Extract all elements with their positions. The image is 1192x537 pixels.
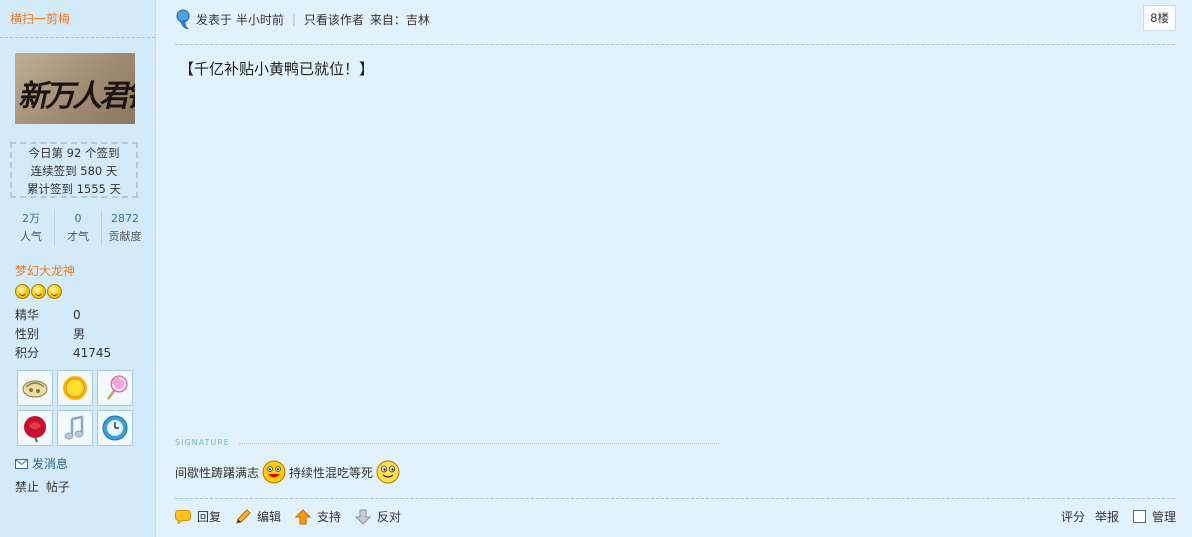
- send-message-label: 发消息: [32, 457, 69, 471]
- signature-text: 间歇性踌躇满志: [175, 465, 260, 480]
- arrow-up-icon: [295, 508, 312, 524]
- support-button[interactable]: 支持: [295, 508, 341, 525]
- info-value: 0: [73, 308, 81, 322]
- post-admin-actions: 评分 举报 管理: [1061, 508, 1176, 525]
- edit-label: 编辑: [257, 510, 282, 524]
- info-row: 精华 0: [15, 306, 111, 325]
- smile-icon: [47, 284, 62, 299]
- floor-number[interactable]: 8楼: [1143, 5, 1176, 31]
- stat-label: 人气: [20, 230, 42, 243]
- stat-talent[interactable]: 0 才气: [54, 210, 101, 246]
- reply-button[interactable]: 回复: [175, 508, 221, 525]
- ban-link[interactable]: 禁止: [15, 480, 39, 494]
- stat-contribution[interactable]: 2872 贡献度: [101, 210, 148, 246]
- checkin-total: 累计签到 1555 天: [26, 182, 122, 196]
- reply-label: 回复: [197, 510, 222, 524]
- user-sidebar: 横扫一剪梅 新万人君锁 今日第 92 个签到 连续签到 580 天 累计签到 1…: [0, 0, 156, 537]
- post-location: 来自：吉林: [369, 12, 430, 27]
- post-actions: 回复 编辑 支持 反对: [175, 508, 415, 525]
- checkin-today: 今日第 92 个签到: [28, 146, 120, 160]
- checkin-consecutive: 连续签到 580 天: [30, 164, 118, 178]
- info-value: 男: [73, 327, 86, 341]
- smile-icon: [15, 284, 30, 299]
- post-main: 发表于 半小时前 | 只看该作者 来自：吉林 8楼 【千亿补贴小黄鸭已就位！】 …: [157, 0, 1192, 537]
- footer-divider: [175, 498, 1175, 499]
- fossil-icon[interactable]: [17, 370, 53, 406]
- clock-icon[interactable]: [97, 410, 133, 446]
- send-message-link[interactable]: 发消息: [15, 455, 68, 472]
- oppose-button[interactable]: 反对: [355, 508, 401, 525]
- arrow-down-icon: [355, 509, 372, 525]
- signature-divider: [239, 443, 719, 444]
- manage-toggle[interactable]: 管理: [1129, 508, 1176, 525]
- rose-icon[interactable]: [17, 410, 53, 446]
- rate-link[interactable]: 评分: [1061, 508, 1085, 525]
- post-time: 发表于 半小时前: [196, 12, 284, 27]
- stat-popularity[interactable]: 2万 人气: [8, 210, 54, 246]
- stat-label: 贡献度: [108, 230, 142, 243]
- level-icons: [15, 284, 62, 299]
- speech-bubble-icon: [175, 509, 191, 524]
- avatar[interactable]: 新万人君锁: [15, 53, 135, 124]
- support-label: 支持: [317, 510, 342, 524]
- info-row: 性别 男: [15, 325, 111, 344]
- stat-value: 2万: [22, 212, 40, 225]
- post-content: 【千亿补贴小黄鸭已就位！】: [179, 60, 375, 78]
- user-info: 精华 0 性别 男 积分 41745: [15, 306, 111, 363]
- manage-checkbox[interactable]: [1132, 510, 1146, 523]
- user-group-link[interactable]: 梦幻大龙神: [15, 262, 75, 279]
- lollipop-icon[interactable]: [97, 370, 133, 406]
- online-status-icon: [176, 9, 190, 30]
- oppose-label: 反对: [377, 510, 402, 524]
- moderation-links: 禁止 帖子: [15, 478, 73, 495]
- music-note-icon[interactable]: [57, 410, 93, 446]
- smile-icon: [31, 284, 46, 299]
- header-separator: |: [291, 12, 296, 26]
- username-link[interactable]: 横扫一剪梅: [10, 10, 70, 27]
- posts-link[interactable]: 帖子: [46, 480, 70, 494]
- stat-value: 2872: [111, 212, 139, 225]
- info-key: 积分: [15, 346, 40, 360]
- only-author-link[interactable]: 只看该作者: [304, 11, 364, 28]
- signature: 间歇性踌躇满志 持续性混吃等死: [175, 460, 403, 484]
- pencil-icon: [236, 508, 251, 524]
- stat-label: 才气: [67, 230, 89, 243]
- sidebar-divider: [0, 37, 155, 38]
- medal-grid: [17, 370, 133, 446]
- envelope-icon: [15, 458, 28, 469]
- checkin-box: 今日第 92 个签到 连续签到 580 天 累计签到 1555 天: [10, 142, 138, 198]
- signature-text: 持续性混吃等死: [289, 465, 374, 480]
- info-row: 积分 41745: [15, 344, 111, 363]
- manage-label: 管理: [1151, 510, 1176, 524]
- avatar-calligraphy: 新万人君锁: [16, 79, 135, 114]
- sun-icon[interactable]: [57, 370, 93, 406]
- report-link[interactable]: 举报: [1095, 508, 1119, 525]
- laughing-face-icon: [262, 460, 286, 484]
- stat-value: 0: [74, 212, 82, 225]
- grinning-face-icon: [376, 460, 400, 484]
- user-stats: 2万 人气 0 才气 2872 贡献度: [8, 210, 148, 246]
- post-header: 发表于 半小时前 | 只看该作者 来自：吉林: [175, 8, 430, 30]
- info-key: 性别: [15, 327, 40, 341]
- edit-button[interactable]: 编辑: [235, 508, 281, 525]
- signature-label: SIGNATURE: [175, 438, 230, 447]
- info-value: 41745: [73, 346, 112, 360]
- info-key: 精华: [15, 308, 40, 322]
- header-divider: [175, 44, 1175, 45]
